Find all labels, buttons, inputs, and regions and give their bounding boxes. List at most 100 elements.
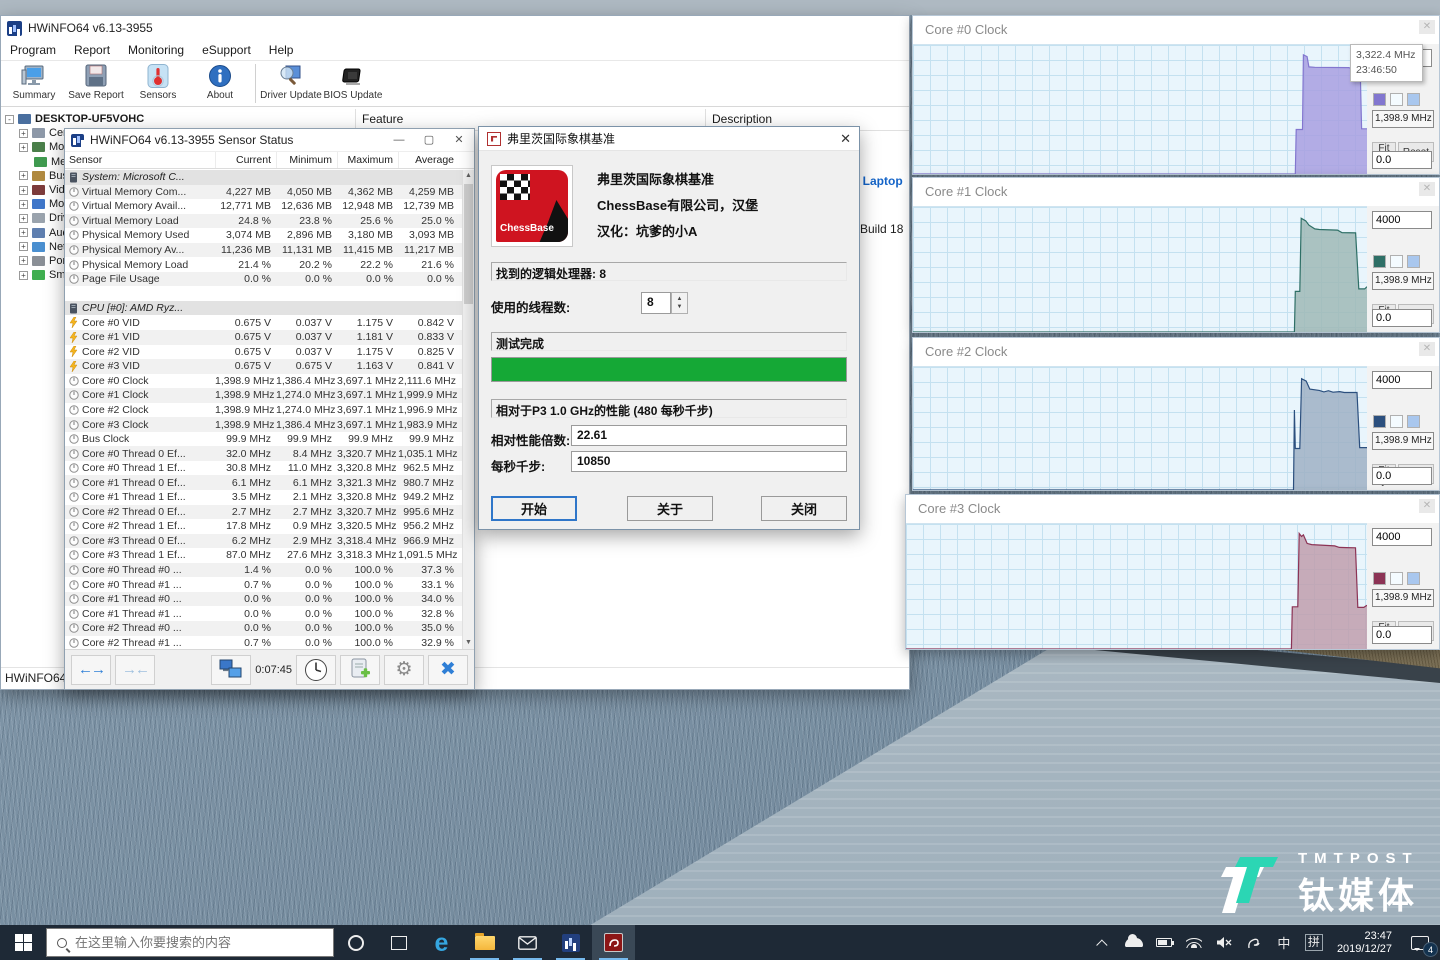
expand-icon[interactable]: +	[19, 143, 28, 152]
ink-workspace-button[interactable]	[1239, 925, 1269, 960]
sensor-row[interactable]: Physical Memory Load21.4 %20.2 %22.2 %21…	[65, 257, 462, 272]
expand-icon[interactable]: +	[19, 228, 28, 237]
col-current[interactable]: Current	[215, 152, 276, 168]
close-icon[interactable]: ✕	[1419, 20, 1435, 34]
ime-pinyin-button[interactable]: 拼	[1299, 925, 1329, 960]
close-sensors-button[interactable]: ✖	[428, 655, 468, 685]
maximize-icon[interactable]: ▢	[414, 129, 444, 151]
grid-color-swatch[interactable]	[1407, 572, 1420, 585]
collapse-columns-button[interactable]: →←	[115, 655, 155, 685]
menu-program[interactable]: Program	[1, 41, 65, 59]
sensor-group-row[interactable]: System: Microsoft C...	[65, 170, 462, 185]
volume-tray-button[interactable]	[1209, 925, 1239, 960]
sensor-row[interactable]: Core #0 Clock1,398.9 MHz1,386.4 MHz3,697…	[65, 374, 462, 389]
remote-monitoring-button[interactable]	[211, 655, 251, 685]
grid-color-swatch[interactable]	[1407, 93, 1420, 106]
save-report-button[interactable]: Save Report	[65, 61, 127, 106]
mail-button[interactable]	[506, 925, 549, 960]
y-min-input[interactable]	[1372, 467, 1432, 485]
sensor-row[interactable]: Core #3 Thread 1 Ef...87.0 MHz27.6 MHz3,…	[65, 548, 462, 563]
expand-columns-button[interactable]: ←→	[71, 655, 111, 685]
expand-icon[interactable]: +	[19, 242, 28, 251]
sensor-scrollbar[interactable]: ▲ ▼	[462, 170, 474, 649]
expand-icon[interactable]: +	[19, 256, 28, 265]
sensor-row[interactable]: Core #1 Thread #0 ...0.0 %0.0 %100.0 %34…	[65, 592, 462, 607]
scroll-up-icon[interactable]: ▲	[463, 170, 474, 182]
col-average[interactable]: Average	[398, 152, 459, 168]
sensor-row[interactable]: Core #2 Thread #0 ...0.0 %0.0 %100.0 %35…	[65, 621, 462, 636]
bios-update-button[interactable]: BIOS Update	[322, 61, 384, 106]
close-button[interactable]: 关闭	[761, 496, 847, 521]
about-button[interactable]: About	[189, 61, 251, 106]
summary-button[interactable]: Summary	[3, 61, 65, 106]
line-color-swatch[interactable]	[1373, 93, 1386, 106]
sensor-row[interactable]: Core #1 Thread 1 Ef...3.5 MHz2.1 MHz3,32…	[65, 490, 462, 505]
expand-icon[interactable]: +	[19, 171, 28, 180]
sensor-row[interactable]: Bus Clock99.9 MHz99.9 MHz99.9 MHz99.9 MH…	[65, 432, 462, 447]
sensor-titlebar[interactable]: HWiNFO64 v6.13-3955 Sensor Status — ▢ ✕	[65, 129, 474, 152]
sensor-row[interactable]: Core #0 Thread #1 ...0.7 %0.0 %100.0 %33…	[65, 577, 462, 592]
hwinfo-taskbar-button[interactable]	[549, 925, 592, 960]
y-max-input[interactable]	[1372, 371, 1432, 389]
sensor-row[interactable]: Core #3 VID0.675 V0.675 V1.163 V0.841 V	[65, 359, 462, 374]
cortana-button[interactable]	[334, 925, 377, 960]
expand-icon[interactable]: +	[19, 271, 28, 280]
file-explorer-button[interactable]	[463, 925, 506, 960]
menu-report[interactable]: Report	[65, 41, 119, 59]
menu-esupport[interactable]: eSupport	[193, 41, 260, 59]
y-max-input[interactable]	[1372, 211, 1432, 229]
collapse-icon[interactable]: -	[5, 115, 14, 124]
taskbar-clock[interactable]: 23:47 2019/12/27	[1329, 930, 1400, 956]
background-color-swatch[interactable]	[1390, 415, 1403, 428]
menu-help[interactable]: Help	[260, 41, 303, 59]
y-min-input[interactable]	[1372, 151, 1432, 169]
sensor-row[interactable]: Core #2 Thread 0 Ef...2.7 MHz2.7 MHz3,32…	[65, 505, 462, 520]
battery-tray-button[interactable]	[1149, 925, 1179, 960]
sensor-row[interactable]: Virtual Memory Load24.8 %23.8 %25.6 %25.…	[65, 214, 462, 229]
close-icon[interactable]: ✕	[1419, 182, 1435, 196]
sensor-row[interactable]: Core #2 VID0.675 V0.037 V1.175 V0.825 V	[65, 345, 462, 360]
col-sensor[interactable]: Sensor	[65, 154, 215, 166]
wifi-tray-button[interactable]	[1179, 925, 1209, 960]
sensor-row[interactable]: Core #1 Thread 0 Ef...6.1 MHz6.1 MHz3,32…	[65, 475, 462, 490]
close-icon[interactable]: ✕	[840, 131, 851, 147]
line-color-swatch[interactable]	[1373, 572, 1386, 585]
expand-icon[interactable]: +	[19, 129, 28, 138]
ime-language-button[interactable]: 中	[1269, 925, 1299, 960]
sensor-row[interactable]: Virtual Memory Avail...12,771 MB12,636 M…	[65, 199, 462, 214]
expand-icon[interactable]: +	[19, 186, 28, 195]
start-button[interactable]	[0, 925, 46, 960]
sensor-row[interactable]: Core #3 Thread 0 Ef...6.2 MHz2.9 MHz3,31…	[65, 534, 462, 549]
sensor-row[interactable]: Core #1 VID0.675 V0.037 V1.181 V0.833 V	[65, 330, 462, 345]
sensor-row[interactable]: Core #0 Thread 0 Ef...32.0 MHz8.4 MHz3,3…	[65, 446, 462, 461]
threads-stepper[interactable]: ▲ ▼	[671, 292, 688, 314]
line-color-swatch[interactable]	[1373, 255, 1386, 268]
clock-button[interactable]	[296, 655, 336, 685]
minimize-icon[interactable]: —	[384, 129, 414, 151]
settings-button[interactable]: ⚙	[384, 655, 424, 685]
background-color-swatch[interactable]	[1390, 255, 1403, 268]
background-color-swatch[interactable]	[1390, 93, 1403, 106]
add-report-button[interactable]	[340, 655, 380, 685]
spin-down-icon[interactable]: ▼	[672, 302, 687, 312]
task-view-button[interactable]	[377, 925, 420, 960]
start-button[interactable]: 开始	[491, 496, 577, 521]
sensor-group-row[interactable]: CPU [#0]: AMD Ryz...	[65, 301, 462, 316]
sensor-row[interactable]: Core #2 Clock1,398.9 MHz1,274.0 MHz3,697…	[65, 403, 462, 418]
action-center-button[interactable]: 4	[1400, 925, 1440, 960]
sensor-row[interactable]: Core #0 Thread 1 Ef...30.8 MHz11.0 MHz3,…	[65, 461, 462, 476]
sensor-row[interactable]: Core #1 Thread #1 ...0.0 %0.0 %100.0 %32…	[65, 606, 462, 621]
fritz-taskbar-button[interactable]	[592, 925, 635, 960]
driver-update-button[interactable]: Driver Update	[260, 61, 322, 106]
sensor-row[interactable]: Core #2 Thread #1 ...0.7 %0.0 %100.0 %32…	[65, 636, 462, 650]
close-icon[interactable]: ✕	[444, 129, 474, 151]
grid-color-swatch[interactable]	[1407, 415, 1420, 428]
close-icon[interactable]: ✕	[1419, 499, 1435, 513]
dialog-titlebar[interactable]: 弗里茨国际象棋基准 ✕	[479, 127, 859, 151]
sensor-row[interactable]: Core #0 VID0.675 V0.037 V1.175 V0.842 V	[65, 315, 462, 330]
main-titlebar[interactable]: HWiNFO64 v6.13-3955	[1, 16, 909, 40]
core2-clock-plot[interactable]	[913, 366, 1367, 490]
threads-input[interactable]: 8	[641, 292, 671, 314]
expand-icon[interactable]: +	[19, 214, 28, 223]
close-icon[interactable]: ✕	[1419, 342, 1435, 356]
